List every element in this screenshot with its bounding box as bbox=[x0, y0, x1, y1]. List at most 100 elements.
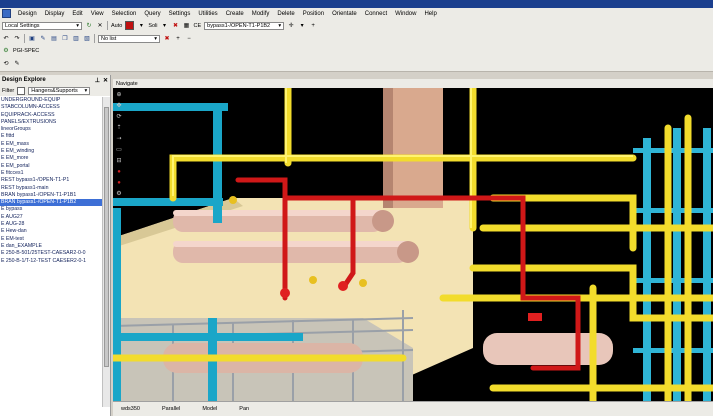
tree-item[interactable]: E AUG-28 bbox=[0, 221, 103, 228]
print-icon[interactable]: ▤ bbox=[50, 35, 58, 43]
tree-item[interactable]: E EM_more bbox=[0, 155, 103, 162]
tree-item[interactable]: UNDERGROUND-EQUIP bbox=[0, 97, 103, 104]
menu-settings[interactable]: Settings bbox=[168, 11, 192, 17]
chevron-down-icon[interactable]: ▾ bbox=[137, 22, 145, 30]
menu-selection[interactable]: Selection bbox=[111, 11, 138, 17]
walk-icon[interactable]: ⇡ bbox=[115, 124, 123, 132]
clip-icon[interactable]: ⊟ bbox=[115, 157, 123, 165]
menu-position[interactable]: Position bbox=[302, 11, 325, 17]
scrollbar-thumb[interactable] bbox=[104, 107, 109, 367]
viewport-toolbar: ⊕ ✥ ⟳ ⇡ ⇢ ▭ ⊟ ● ● ⚙ bbox=[113, 91, 125, 271]
edit-icon[interactable]: ✎ bbox=[13, 60, 21, 68]
status-projection[interactable]: Parallel bbox=[162, 406, 180, 412]
pin-icon[interactable]: ⊥ bbox=[95, 77, 100, 84]
filter-value: Hangers&Supports bbox=[31, 87, 78, 94]
select-icon[interactable]: ▭ bbox=[115, 146, 123, 154]
refresh-icon[interactable]: ⟲ bbox=[2, 60, 10, 68]
draw-icon[interactable]: ✎ bbox=[39, 35, 47, 43]
image-icon[interactable]: ▧ bbox=[83, 35, 91, 43]
menu-design[interactable]: Design bbox=[17, 11, 38, 17]
tree-item[interactable]: PANELS/EXTRUSIONS bbox=[0, 119, 103, 126]
settings-icon[interactable]: ⚙ bbox=[115, 190, 123, 198]
chevron-down-icon[interactable]: ▾ bbox=[161, 22, 169, 30]
tree-item[interactable]: E dan_EXAMPLE bbox=[0, 243, 103, 250]
tree-item[interactable]: E EM_portal bbox=[0, 163, 103, 170]
menu-help[interactable]: Help bbox=[423, 11, 437, 17]
filter-checkbox[interactable] bbox=[17, 86, 26, 95]
tree-item[interactable]: E Hew-dan bbox=[0, 228, 103, 235]
copy-icon[interactable]: ❐ bbox=[61, 35, 69, 43]
tree-item[interactable]: E fittd bbox=[0, 133, 103, 140]
menu-orientate[interactable]: Orientate bbox=[331, 11, 358, 17]
menu-display[interactable]: Display bbox=[44, 11, 66, 17]
move-icon[interactable]: ✛ bbox=[287, 22, 295, 30]
undo-icon[interactable]: ↶ bbox=[2, 35, 10, 43]
menu-delete[interactable]: Delete bbox=[276, 11, 295, 17]
tree-item[interactable]: E EM_winding bbox=[0, 148, 103, 155]
save-icon[interactable]: ▣ bbox=[28, 35, 36, 43]
filter-combo[interactable]: Hangers&Supports ▾ bbox=[28, 86, 91, 95]
menu-edit[interactable]: Edit bbox=[71, 11, 83, 17]
list-value: No list bbox=[101, 35, 117, 42]
steel-structure-right bbox=[633, 128, 713, 401]
rotate-icon[interactable]: ⟳ bbox=[115, 113, 123, 121]
delete-icon[interactable]: ✖ bbox=[172, 22, 180, 30]
tree-item[interactable]: BRAN bypass1-/OPEN-T1-P1B1 bbox=[0, 192, 103, 199]
menu-window[interactable]: Window bbox=[394, 11, 417, 17]
chevron-down-icon: ▾ bbox=[84, 87, 88, 94]
tree-item[interactable]: E bypass bbox=[0, 206, 103, 213]
tree-item[interactable]: E AUG27 bbox=[0, 214, 103, 221]
tree-item[interactable]: E EM_mass bbox=[0, 141, 103, 148]
refresh-icon[interactable]: ↻ bbox=[85, 22, 93, 30]
delete-icon[interactable]: ✕ bbox=[96, 22, 104, 30]
line-style-label[interactable]: Soli bbox=[148, 23, 157, 29]
color-swatch[interactable] bbox=[125, 21, 135, 30]
color-icon[interactable]: ● bbox=[115, 168, 123, 176]
column-shade bbox=[383, 88, 393, 208]
grid-icon[interactable]: ▦ bbox=[183, 22, 191, 30]
chevron-down-icon: ▾ bbox=[278, 22, 282, 29]
tree-item[interactable]: BRAN bypass1-/OPEN-T1-P1B2 bbox=[0, 199, 103, 207]
fly-icon[interactable]: ⇢ bbox=[115, 135, 123, 143]
redo-icon[interactable]: ↷ bbox=[13, 35, 21, 43]
tree-item[interactable]: E 250-B-501/25TEST-CAESAR2-0-0 bbox=[0, 250, 103, 257]
explorer-scrollbar[interactable] bbox=[102, 97, 110, 407]
menu-view[interactable]: View bbox=[90, 11, 105, 17]
menu-query[interactable]: Query bbox=[143, 11, 161, 17]
spec-label[interactable]: PGI-SPEC bbox=[13, 48, 39, 54]
close-icon[interactable]: ✕ bbox=[103, 77, 108, 84]
menu-create[interactable]: Create bbox=[225, 11, 245, 17]
plus-icon[interactable]: + bbox=[174, 35, 182, 43]
status-navigation[interactable]: Pan bbox=[239, 406, 249, 412]
menu-connect[interactable]: Connect bbox=[364, 11, 388, 17]
add-icon[interactable]: + bbox=[309, 22, 317, 30]
tree-item[interactable]: REST bypass1-main bbox=[0, 185, 103, 192]
minus-icon[interactable]: − bbox=[185, 35, 193, 43]
viewport-tab[interactable]: Navigate bbox=[116, 81, 138, 87]
tree-item[interactable]: EQUIPRACK-ACCESS bbox=[0, 112, 103, 119]
color-icon[interactable]: ● bbox=[115, 179, 123, 187]
explorer-tree: UNDERGROUND-EQUIP STABCOLUMN-ACCESS EQUIPR… bbox=[0, 97, 103, 407]
chevron-down-icon: ▾ bbox=[76, 22, 79, 29]
menu-utilities[interactable]: Utilities bbox=[197, 11, 218, 17]
tree-item[interactable]: E EM-test bbox=[0, 236, 103, 243]
tree-item[interactable]: lineorGroups bbox=[0, 126, 103, 133]
tree-item[interactable]: STABCOLUMN-ACCESS bbox=[0, 104, 103, 111]
spec-icon[interactable]: ⚙ bbox=[2, 47, 10, 55]
menu-modify[interactable]: Modify bbox=[251, 11, 271, 17]
status-mode[interactable]: Model bbox=[202, 406, 217, 412]
3d-viewport[interactable] bbox=[113, 88, 713, 401]
zoom-icon[interactable]: ⊕ bbox=[115, 91, 123, 99]
filter-label: Filter bbox=[2, 87, 15, 94]
delete-icon[interactable]: ✖ bbox=[163, 35, 171, 43]
current-element-combo[interactable]: bypass1-/OPEN-T1-P1B2 ▾ bbox=[204, 21, 285, 30]
viewport-status-bar: wds350 Parallel Model Pan bbox=[113, 401, 713, 416]
tree-item[interactable]: E 250-B-1/T-12-TEST CAESER2-0-1 bbox=[0, 258, 103, 265]
tree-item[interactable]: E fitcces1 bbox=[0, 170, 103, 177]
chevron-down-icon[interactable]: ▾ bbox=[298, 22, 306, 30]
local-settings-combo[interactable]: Local Settings ▾ bbox=[2, 21, 82, 30]
pan-icon[interactable]: ✥ bbox=[115, 102, 123, 110]
list-combo[interactable]: No list ▾ bbox=[98, 34, 160, 43]
paste-icon[interactable]: ▥ bbox=[72, 35, 80, 43]
tree-item[interactable]: REST bypass1-/OPEN-T1-P1 bbox=[0, 177, 103, 184]
